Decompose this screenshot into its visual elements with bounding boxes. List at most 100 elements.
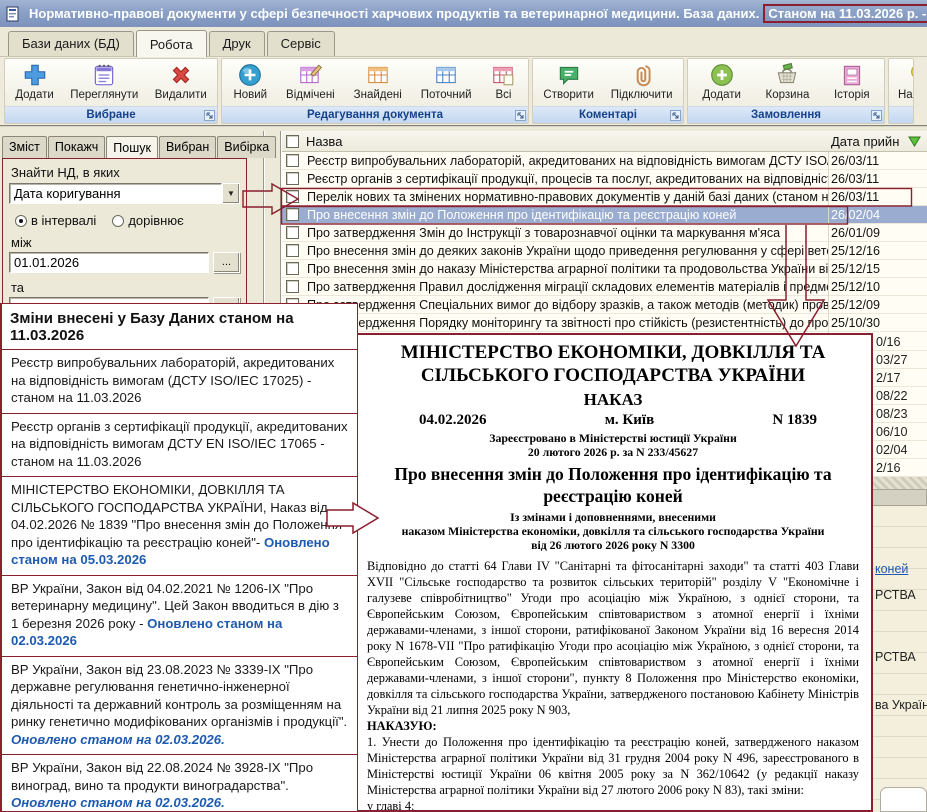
ribbon-button[interactable]: Корзина: [760, 61, 816, 101]
menu-tab[interactable]: Бази даних (БД): [8, 31, 134, 56]
menu-tab[interactable]: Друк: [209, 31, 265, 56]
ribbon-group-caption: Редагування документа: [222, 106, 528, 123]
ribbon-button[interactable]: Новий: [227, 61, 273, 101]
ribbon-group-caption: Замовлення: [688, 106, 884, 123]
row-date: 26/01/09: [831, 226, 880, 240]
ribbon-button[interactable]: Поточний: [415, 61, 478, 101]
date-from-input[interactable]: [9, 252, 209, 273]
ribbon-button[interactable]: На п: [891, 61, 914, 101]
doc-paragraph: Відповідно до статті 64 Глави IV "Саніта…: [367, 558, 859, 718]
plus-green-icon: [709, 62, 735, 88]
sort-desc-icon[interactable]: [907, 134, 922, 149]
clipped-row-date: 2/17: [873, 369, 927, 387]
radio-interval[interactable]: в інтервалі: [15, 213, 96, 228]
window-title: Нормативно-правові документи у сфері без…: [27, 6, 759, 21]
ribbon-button-label: Видалити: [155, 89, 207, 101]
clipped-row-date: 06/10: [873, 423, 927, 441]
updates-item-text: ВР України, Закон від 23.08.2023 № 3339-…: [11, 662, 347, 730]
doc-amendments-3: від 26 лютого 2026 року N 3300: [367, 538, 859, 552]
ribbon-button[interactable]: Історія: [828, 61, 876, 101]
ribbon-button[interactable]: Видалити: [149, 61, 213, 101]
star-partial-icon: [897, 62, 914, 88]
ribbon-button-label: Додати: [702, 89, 741, 101]
ribbon-button[interactable]: Підключити: [605, 61, 679, 101]
ribbon-button[interactable]: Переглянути: [64, 61, 144, 101]
left-pane-tab[interactable]: Пошук: [106, 136, 158, 159]
group-expander-icon[interactable]: [515, 110, 526, 121]
list-row[interactable]: Про внесення змін до наказу Міністерства…: [282, 260, 927, 278]
ribbon-button[interactable]: Створити: [537, 61, 599, 101]
clipped-link-fragment[interactable]: коней: [875, 562, 908, 576]
updates-item[interactable]: ВР України, Закон від 04.02.2021 № 1206-…: [2, 576, 357, 657]
app-icon: [5, 6, 21, 22]
ribbon-button-label: Корзина: [766, 89, 810, 101]
ribbon-group-caption: Коментарі: [533, 106, 683, 123]
row-checkbox[interactable]: [286, 154, 299, 167]
doc-order-type: НАКАЗ: [367, 390, 859, 410]
updates-item[interactable]: ВР України, Закон від 22.08.2024 № 3928-…: [2, 755, 357, 812]
plus-blue-icon: [22, 62, 48, 88]
search-field-select[interactable]: [9, 183, 222, 204]
group-expander-icon[interactable]: [204, 110, 215, 121]
updates-panel: Зміни внесені у Базу Даних станом на 11.…: [0, 303, 358, 812]
chevron-down-icon[interactable]: ▼: [222, 183, 240, 204]
group-expander-icon[interactable]: [670, 110, 681, 121]
row-checkbox[interactable]: [286, 208, 299, 221]
row-checkbox[interactable]: [286, 262, 299, 275]
row-title: Реєстр органів з сертифікації продукції,…: [307, 172, 829, 186]
ribbon-button[interactable]: Знайдені: [348, 61, 408, 101]
doc-amendments-2: наказом Міністерства економіки, довкілля…: [367, 524, 859, 538]
group-expander-icon[interactable]: [871, 110, 882, 121]
comment-icon: [556, 62, 582, 88]
horizontal-scrollbar[interactable]: [873, 489, 927, 506]
list-row[interactable]: Перелік нових та змінених нормативно-пра…: [282, 188, 927, 206]
ribbon-button[interactable]: Додати: [696, 61, 747, 101]
doc-paragraph: у главі 4:: [367, 798, 859, 812]
ribbon-button-label: Переглянути: [70, 89, 138, 101]
date-column-header[interactable]: Дата прийн: [831, 134, 899, 149]
select-all-checkbox[interactable]: [286, 135, 299, 148]
document-preview: МІНІСТЕРСТВО ЕКОНОМІКИ, ДОВКІЛЛЯ ТА СІЛЬ…: [353, 333, 873, 812]
doc-number: N 1839: [772, 412, 817, 429]
list-row[interactable]: Про затвердження Порядку моніторингу та …: [282, 314, 927, 332]
list-row[interactable]: Реєстр випробувальних лабораторій, акред…: [282, 152, 927, 170]
corner-panel: [880, 787, 927, 812]
ribbon-button[interactable]: Додати: [9, 61, 60, 101]
left-pane-tab[interactable]: Вибран: [159, 136, 216, 158]
list-row[interactable]: Про затвердження Змін до Інструкції з то…: [282, 224, 927, 242]
radio-equals[interactable]: дорівнює: [112, 213, 183, 228]
ribbon-button[interactable]: Відмічені: [280, 61, 341, 101]
menu-tab[interactable]: Робота: [136, 30, 207, 57]
list-row[interactable]: Про затвердження Правил дослідження мігр…: [282, 278, 927, 296]
ribbon-button-label: Знайдені: [354, 89, 402, 101]
row-checkbox[interactable]: [286, 280, 299, 293]
browse-from-button[interactable]: ...: [213, 252, 240, 273]
updates-item[interactable]: Реєстр органів з сертифікації продукції,…: [2, 414, 357, 478]
ribbon-button[interactable]: Всі: [484, 61, 522, 101]
name-column-header[interactable]: Назва: [306, 134, 342, 149]
updates-item[interactable]: ВР України, Закон від 23.08.2023 № 3339-…: [2, 657, 357, 756]
updates-item[interactable]: Реєстр випробувальних лабораторій, акред…: [2, 350, 357, 414]
cross-red-icon: [168, 62, 194, 88]
list-row[interactable]: Про внесення змін до деяких законів Укра…: [282, 242, 927, 260]
clipped-text-fragment: РСТВА: [875, 650, 916, 664]
paperclip-icon: [629, 62, 655, 88]
doc-city: м. Київ: [605, 412, 655, 429]
list-row[interactable]: Про затвердження Спеціальних вимог до ві…: [282, 296, 927, 314]
doc-body: Відповідно до статті 64 Глави IV "Саніта…: [367, 558, 859, 812]
ribbon-button-label: Історія: [834, 89, 870, 101]
row-checkbox[interactable]: [286, 172, 299, 185]
row-checkbox[interactable]: [286, 190, 299, 203]
left-pane-tab[interactable]: Вибірка: [217, 136, 276, 158]
ribbon-button-label: Створити: [543, 89, 593, 101]
updates-item[interactable]: МІНІСТЕРСТВО ЕКОНОМІКИ, ДОВКІЛЛЯ ТА СІЛЬ…: [2, 477, 357, 576]
menu-tab[interactable]: Сервіс: [267, 31, 335, 56]
row-checkbox[interactable]: [286, 226, 299, 239]
left-pane-tab[interactable]: Зміст: [2, 136, 47, 158]
list-row[interactable]: Про внесення змін до Положення про ідент…: [282, 206, 927, 224]
list-row[interactable]: Реєстр органів з сертифікації продукції,…: [282, 170, 927, 188]
between-label: між: [11, 235, 246, 250]
doc-paragraph: НАКАЗУЮ:: [367, 718, 859, 734]
left-pane-tab[interactable]: Покажч: [48, 136, 105, 158]
row-checkbox[interactable]: [286, 244, 299, 257]
